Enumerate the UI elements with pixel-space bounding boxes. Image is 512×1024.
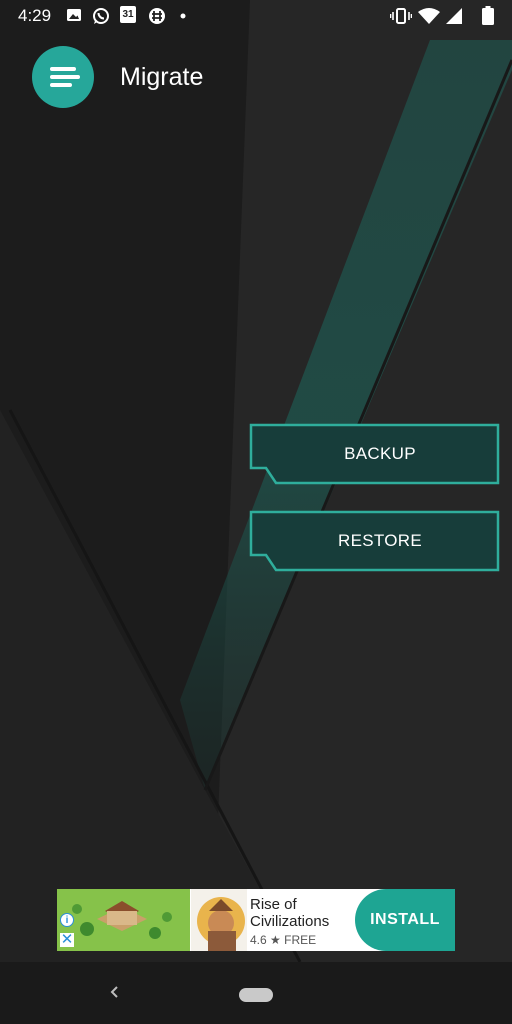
status-bar: 4:29 31 [0, 0, 512, 32]
battery-icon [482, 6, 494, 25]
ad-close-icon[interactable]: ✕ [60, 932, 74, 947]
slack-icon [149, 8, 165, 24]
app-title: Migrate [120, 63, 204, 91]
calendar-day: 31 [122, 9, 134, 20]
image-icon [67, 9, 81, 21]
wifi-icon [418, 8, 440, 24]
whatsapp-icon [93, 8, 109, 24]
status-time: 4:29 [18, 6, 52, 25]
menu-icon-bar [50, 83, 72, 87]
menu-icon-bar [50, 75, 80, 79]
star-icon: ★ [270, 933, 281, 947]
restore-button-label: RESTORE [338, 531, 422, 550]
home-pill[interactable] [239, 988, 273, 1002]
ad-rating-value: 4.6 [250, 933, 267, 947]
ad-rating-row: 4.6 ★ FREE [250, 933, 316, 947]
vibrate-icon [390, 8, 412, 24]
ad-price: FREE [284, 933, 317, 947]
back-icon[interactable] [104, 980, 124, 1004]
restore-button[interactable]: RESTORE [248, 509, 502, 573]
dot-icon [180, 13, 186, 19]
navigation-bar [0, 962, 512, 1024]
menu-icon [50, 67, 76, 71]
ad-info-icon[interactable]: i [60, 913, 74, 927]
ad-title: Rise of Civilizations [250, 896, 330, 930]
backup-button-label: BACKUP [344, 444, 416, 463]
ad-app-icon [191, 889, 247, 951]
install-button[interactable]: INSTALL [355, 889, 455, 951]
backup-button[interactable]: BACKUP [248, 422, 502, 486]
ad-game-image [57, 889, 190, 951]
calendar-icon: 31 [120, 6, 136, 23]
menu-button[interactable] [32, 46, 94, 108]
signal-icon [446, 8, 462, 24]
ad-banner[interactable]: i ✕ Rise of Civilizations 4.6 ★ FREE INS… [57, 889, 455, 951]
